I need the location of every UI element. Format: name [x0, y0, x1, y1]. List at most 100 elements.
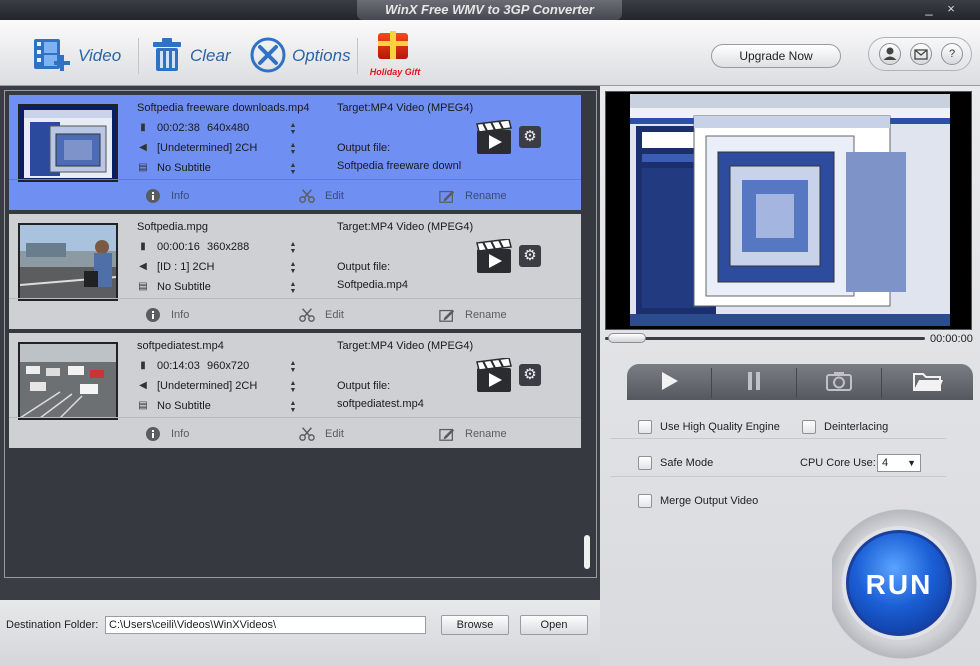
audio-track-stepper[interactable]: ▲ ▼ [289, 142, 297, 156]
rename-label: Rename [465, 309, 507, 321]
output-format-icon[interactable] [475, 357, 513, 394]
video-duration: 00:00:16 [157, 241, 200, 253]
safe-mode-checkbox[interactable]: Safe Mode [638, 455, 713, 471]
item-actions: Info Edit Rename [9, 417, 581, 448]
output-file-label: Output file: [337, 380, 391, 392]
audio-track-stepper[interactable]: ▲ ▼ [289, 380, 297, 394]
subtitle-stepper[interactable]: ▲ ▼ [289, 281, 297, 295]
info-button[interactable]: Info [145, 307, 189, 323]
checkbox[interactable] [802, 420, 816, 434]
clear-button[interactable]: Clear [150, 36, 231, 76]
edit-button[interactable]: Edit [299, 426, 344, 442]
minimize-button[interactable]: _ [920, 1, 938, 17]
seek-handle[interactable] [608, 333, 646, 343]
output-file-name: softpediatest.mp4 [337, 398, 424, 410]
deinterlacing-label: Deinterlacing [824, 421, 889, 433]
pencil-icon [439, 307, 455, 323]
pause-button[interactable] [712, 364, 796, 400]
checkbox[interactable] [638, 420, 652, 434]
options-divider [610, 438, 946, 439]
gear-icon[interactable]: ⚙ [519, 126, 541, 148]
video-thumbnail [18, 342, 118, 420]
title-bar: WinX Free WMV to 3GP Converter _ × [0, 0, 980, 20]
audio-icon: ◀ [139, 261, 147, 272]
pause-icon [743, 370, 765, 395]
deinterlacing-checkbox[interactable]: Deinterlacing [802, 419, 888, 435]
merge-output-checkbox[interactable]: Merge Output Video [638, 493, 758, 509]
rename-button[interactable]: Rename [439, 188, 507, 204]
info-button[interactable]: Info [145, 426, 189, 442]
info-icon [145, 307, 161, 323]
close-button[interactable]: × [942, 1, 960, 17]
edit-button[interactable]: Edit [299, 188, 344, 204]
upgrade-now-button[interactable]: Upgrade Now [711, 44, 841, 68]
output-format-icon[interactable] [475, 238, 513, 275]
pencil-icon [439, 188, 455, 204]
merge-output-label: Merge Output Video [660, 495, 759, 507]
cpu-core-select[interactable]: 4 ▼ [877, 454, 921, 472]
edit-label: Edit [325, 309, 344, 321]
open-button[interactable]: Open [520, 615, 588, 635]
user-icon[interactable] [879, 43, 901, 65]
rename-label: Rename [465, 428, 507, 440]
browse-button[interactable]: Browse [441, 615, 509, 635]
play-button[interactable] [627, 364, 711, 400]
add-video-button[interactable]: Video [32, 36, 121, 76]
options-button[interactable]: Options [250, 36, 351, 76]
options-label: Options [292, 46, 351, 65]
list-scrollbar[interactable] [584, 535, 590, 569]
file-icon: ▮ [140, 241, 146, 252]
info-icon [145, 188, 161, 204]
rename-button[interactable]: Rename [439, 426, 507, 442]
camera-icon [825, 370, 853, 395]
video-item-selected[interactable]: Softpedia freeware downloads.mp4 ▮ 00:02… [9, 95, 581, 210]
checkbox[interactable] [638, 494, 652, 508]
edit-label: Edit [325, 428, 344, 440]
open-folder-button[interactable] [882, 364, 973, 400]
playback-controls [627, 364, 973, 400]
video-item[interactable]: softpediatest.mp4 ▮ 00:14:03 960x720 ▲ ▼ … [9, 333, 581, 448]
rename-button[interactable]: Rename [439, 307, 507, 323]
folder-icon [912, 370, 944, 395]
subtitle-track: No Subtitle [157, 281, 211, 293]
audio-track-stepper[interactable]: ▲ ▼ [289, 261, 297, 275]
high-quality-label: Use High Quality Engine [660, 421, 780, 433]
seek-bar[interactable] [605, 333, 925, 343]
video-label: Video [78, 46, 122, 65]
cpu-core-value: 4 [882, 457, 889, 469]
video-track-stepper[interactable]: ▲ ▼ [289, 360, 297, 374]
snapshot-button[interactable] [797, 364, 881, 400]
gear-icon[interactable]: ⚙ [519, 364, 541, 386]
scissors-icon [299, 188, 315, 204]
checkbox[interactable] [638, 456, 652, 470]
video-duration: 00:14:03 [157, 360, 200, 372]
subtitle-track: No Subtitle [157, 400, 211, 412]
gear-icon[interactable]: ⚙ [519, 245, 541, 267]
rename-label: Rename [465, 190, 507, 202]
output-file-name: Softpedia.mp4 [337, 279, 408, 291]
run-button[interactable]: RUN [846, 530, 952, 636]
video-thumbnail [18, 223, 118, 301]
destination-path-field[interactable] [105, 616, 426, 634]
video-item[interactable]: Softpedia.mpg ▮ 00:00:16 360x288 ▲ ▼ ◀ [I… [9, 214, 581, 329]
holiday-gift-button[interactable]: Holiday Gift [366, 27, 424, 79]
subtitle-stepper[interactable]: ▲ ▼ [289, 400, 297, 414]
info-button[interactable]: Info [145, 188, 189, 204]
destination-label: Destination Folder: [6, 619, 99, 631]
file-icon: ▮ [140, 122, 146, 133]
target-format: Target:MP4 Video (MPEG4) [337, 102, 474, 114]
trash-icon [150, 37, 184, 76]
clear-label: Clear [190, 46, 231, 65]
help-button[interactable]: ? [941, 43, 963, 65]
mail-icon[interactable] [910, 43, 932, 65]
info-icon [145, 426, 161, 442]
audio-track: [Undetermined] 2CH [157, 142, 258, 154]
video-track-stepper[interactable]: ▲ ▼ [289, 122, 297, 136]
edit-button[interactable]: Edit [299, 307, 344, 323]
high-quality-engine-checkbox[interactable]: Use High Quality Engine [638, 419, 780, 435]
video-track-stepper[interactable]: ▲ ▼ [289, 241, 297, 255]
subtitle-icon: ▤ [138, 281, 148, 292]
output-format-icon[interactable] [475, 119, 513, 156]
subtitle-stepper[interactable]: ▲ ▼ [289, 162, 297, 176]
edit-label: Edit [325, 190, 344, 202]
